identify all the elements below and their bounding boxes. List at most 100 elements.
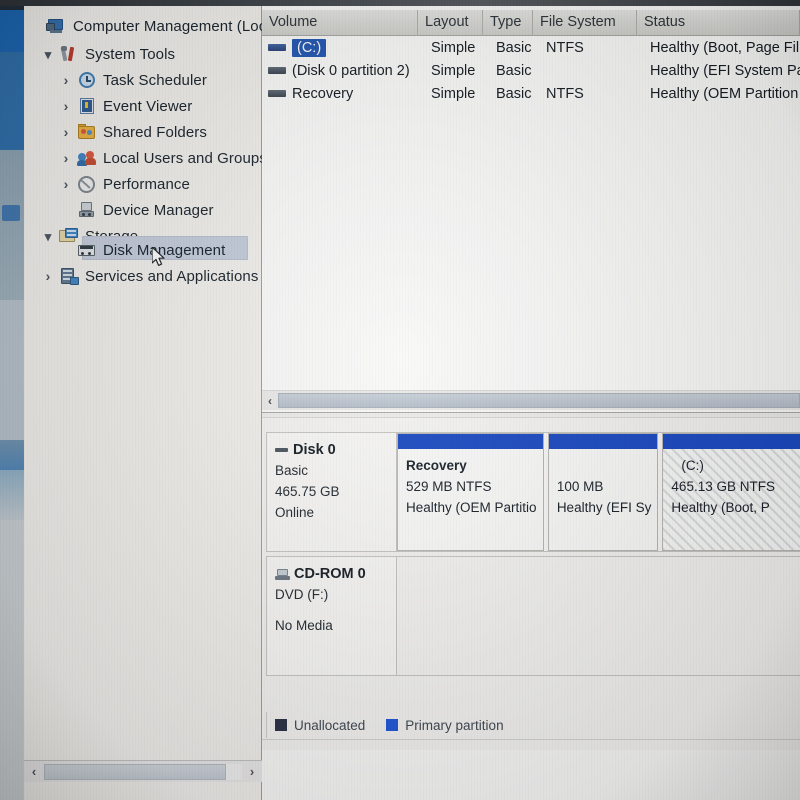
twisty-right-icon[interactable]: › (56, 125, 76, 139)
scroll-left-arrow-icon[interactable]: ‹ (24, 761, 44, 783)
tree-item-system-tools[interactable]: ▾ System Tools (24, 40, 262, 68)
volume-name[interactable]: Recovery (292, 86, 424, 102)
desktop-icon[interactable] (2, 205, 20, 221)
volume-icon (268, 44, 286, 51)
scroll-track[interactable] (44, 763, 242, 780)
partition-color-bar (663, 434, 800, 449)
volume-file-system: NTFS (546, 39, 584, 56)
tree-item-local-users-and-groups[interactable]: › Local Users and Groups (24, 144, 262, 172)
services-icon (58, 267, 80, 285)
cdrom-icon (275, 568, 290, 580)
column-header-status[interactable]: Status (637, 10, 800, 36)
partition-size: 529 MB NTFS (406, 479, 492, 494)
partition-c-drive[interactable]: (C:) 465.13 GB NTFS Healthy (Boot, P (662, 433, 800, 551)
tree-item-computer-management[interactable]: > Computer Management (Local (24, 12, 262, 40)
scroll-right-arrow-icon[interactable]: › (242, 761, 262, 783)
volume-layout: Simple (431, 85, 476, 102)
tree-item-label: Performance (103, 175, 190, 193)
column-header-file-system[interactable]: File System (533, 10, 637, 36)
computer-icon (46, 17, 68, 35)
disk-name: Disk 0 (293, 442, 336, 458)
volume-layout: Simple (431, 39, 476, 56)
tree-item-task-scheduler[interactable]: › Task Scheduler (24, 66, 262, 94)
table-row[interactable]: Recovery Simple Basic NTFS Healthy (OEM … (262, 82, 800, 105)
tree-item-label: Device Manager (103, 201, 214, 219)
clock-icon (76, 71, 98, 89)
scroll-track[interactable] (278, 393, 800, 408)
device-manager-icon (76, 201, 98, 219)
window-title-bar-strip (0, 0, 800, 6)
volume-icon (268, 90, 286, 97)
disk-icon (275, 448, 288, 452)
volume-file-system: NTFS (546, 85, 584, 102)
twisty-right-icon[interactable]: › (56, 99, 76, 113)
tree-item-label: Task Scheduler (103, 71, 207, 89)
volume-type: Basic (496, 85, 532, 102)
tree-item-label: Computer Management (Local (73, 17, 262, 35)
pane-bottom-divider (262, 739, 800, 740)
volume-name[interactable]: (Disk 0 partition 2) (292, 63, 424, 79)
partition-status: Healthy (OEM Partitio (406, 500, 537, 515)
system-tools-icon (58, 45, 80, 63)
scroll-thumb[interactable] (278, 393, 800, 408)
graphical-disk-view: Disk 0 Basic 465.75 GB Online Recovery 5… (262, 418, 800, 750)
details-pane: Volume Layout Type File System Status (C… (262, 4, 800, 800)
twisty-right-icon[interactable]: › (56, 177, 76, 191)
tree-item-device-manager[interactable]: › Device Manager (24, 196, 262, 224)
disk-info-panel[interactable]: Disk 0 Basic 465.75 GB Online (267, 433, 397, 551)
twisty-right-icon[interactable]: › (56, 151, 76, 165)
twisty-down-icon[interactable]: ▾ (38, 48, 58, 61)
disk-info-panel[interactable]: CD-ROM 0 DVD (F:) No Media (267, 557, 397, 675)
twisty-right-icon[interactable]: › (56, 73, 76, 87)
tree-item-performance[interactable]: › Performance (24, 170, 262, 198)
console-tree-pane: > Computer Management (Local ▾ System To… (24, 4, 262, 800)
partition-size: 465.13 GB NTFS (671, 479, 775, 494)
cdrom-empty-area[interactable] (397, 557, 800, 675)
tree-item-label: System Tools (85, 45, 176, 63)
column-header-volume[interactable]: Volume (262, 10, 418, 36)
disk-type: Basic (275, 463, 309, 478)
volume-type: Basic (496, 62, 532, 79)
table-row[interactable]: (Disk 0 partition 2) Simple Basic Health… (262, 59, 800, 82)
partition-recovery[interactable]: Recovery 529 MB NTFS Healthy (OEM Partit… (397, 433, 544, 551)
column-header-layout[interactable]: Layout (418, 10, 483, 36)
disk-row-cdrom-0[interactable]: CD-ROM 0 DVD (F:) No Media (266, 556, 800, 676)
disk-status: Online (275, 505, 315, 520)
volume-name[interactable]: (C:) (292, 38, 327, 57)
legend-label-primary-partition: Primary partition (405, 717, 504, 733)
column-header-type[interactable]: Type (483, 10, 533, 36)
partition-color-bar (398, 434, 543, 449)
disk-capacity: 465.75 GB (275, 484, 340, 499)
legend-label-unallocated: Unallocated (294, 717, 366, 733)
tree-item-disk-management[interactable]: › Disk Management (24, 236, 262, 264)
disk-name: CD-ROM 0 (294, 566, 366, 582)
volume-layout: Simple (431, 62, 476, 79)
volume-list-horizontal-scrollbar[interactable]: ‹ (262, 390, 800, 410)
partition-efi-system[interactable]: 100 MB Healthy (EFI Sy (547, 433, 659, 551)
volume-status: Healthy (EFI System Pa (650, 62, 800, 79)
partition-title: Recovery (406, 458, 467, 473)
scroll-left-arrow-icon[interactable]: ‹ (262, 394, 278, 408)
disk-row-disk-0[interactable]: Disk 0 Basic 465.75 GB Online Recovery 5… (266, 432, 800, 552)
volume-status: Healthy (OEM Partition (650, 85, 799, 102)
performance-icon (76, 175, 98, 193)
users-icon (76, 149, 98, 167)
tree-item-shared-folders[interactable]: › Shared Folders (24, 118, 262, 146)
tree-horizontal-scrollbar[interactable]: ‹ › (24, 760, 262, 782)
event-viewer-icon (76, 97, 98, 115)
tree-item-label: Disk Management (103, 241, 226, 259)
tree-item-label: Services and Applications (85, 267, 259, 285)
scroll-thumb[interactable] (44, 763, 227, 780)
disk-title: CD-ROM 0 (275, 566, 396, 582)
tree-item-label: Local Users and Groups (103, 149, 262, 167)
tree-item-services-and-applications[interactable]: › Services and Applications (24, 262, 262, 290)
twisty-right-icon[interactable]: › (38, 269, 58, 283)
volume-status: Healthy (Boot, Page Fil (650, 39, 800, 56)
tree-item-event-viewer[interactable]: › Event Viewer (24, 92, 262, 120)
volume-type: Basic (496, 39, 532, 56)
volume-icon (268, 67, 286, 74)
disk-meta: DVD (F:) No Media (275, 584, 396, 636)
table-row[interactable]: (C:) Simple Basic NTFS Healthy (Boot, Pa… (262, 36, 800, 59)
partition-status: Healthy (Boot, P (671, 500, 770, 515)
legend-swatch-primary-partition (386, 719, 399, 731)
